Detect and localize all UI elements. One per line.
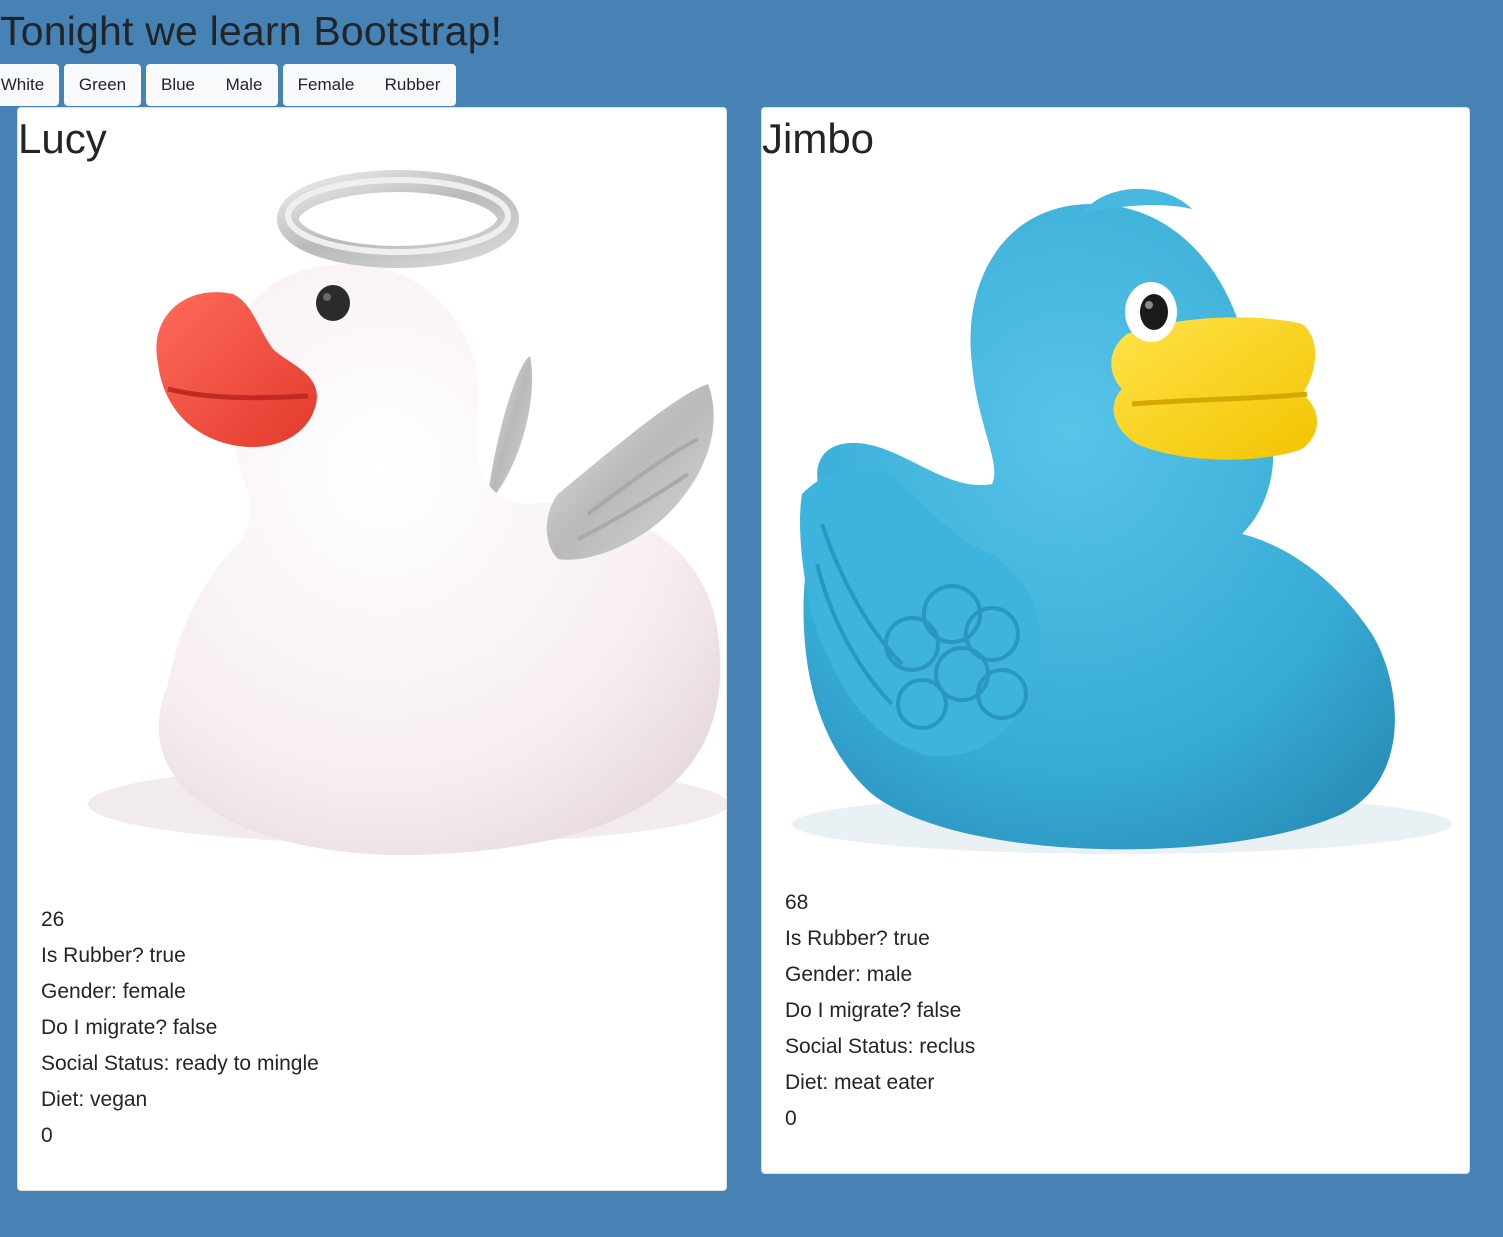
filter-green-button[interactable]: Green xyxy=(64,64,141,106)
filter-male-button[interactable]: Male xyxy=(210,64,278,106)
duck-number: 26 xyxy=(41,908,65,931)
duck-name: Jimbo xyxy=(762,115,875,162)
filter-white-button[interactable]: White xyxy=(0,64,59,106)
blue-duck-illustration xyxy=(762,164,1469,867)
duck-count: 0 xyxy=(785,1107,797,1130)
filter-female-button[interactable]: Female xyxy=(283,64,369,106)
duck-migrate: Do I migrate? false xyxy=(41,1016,218,1039)
duck-social-status: Social Status: ready to mingle xyxy=(41,1052,319,1075)
duck-card-jimbo: Jimbo 68 Is Rubber? true Gender: male Do… xyxy=(761,107,1470,1174)
duck-diet: Diet: meat eater xyxy=(785,1071,935,1094)
duck-count: 0 xyxy=(41,1124,53,1147)
duck-gender: Gender: male xyxy=(785,963,913,986)
duck-rubber: Is Rubber? true xyxy=(785,927,930,950)
filter-rubber-button[interactable]: Rubber xyxy=(369,64,456,106)
duck-image-white-angel xyxy=(18,164,726,884)
duck-info: 68 Is Rubber? true Gender: male Do I mig… xyxy=(785,885,975,1137)
duck-number: 68 xyxy=(785,891,809,914)
page-title: Tonight we learn Bootstrap! xyxy=(0,8,503,54)
duck-social-status: Social Status: reclus xyxy=(785,1035,976,1058)
white-duck-illustration xyxy=(18,164,726,884)
duck-card-lucy: Lucy 26 Is Rubber? true Gender: female D… xyxy=(17,107,727,1191)
filter-blue-button[interactable]: Blue xyxy=(146,64,210,106)
duck-diet: Diet: vegan xyxy=(41,1088,148,1111)
duck-gender: Gender: female xyxy=(41,980,186,1003)
duck-image-blue xyxy=(762,164,1469,867)
duck-info: 26 Is Rubber? true Gender: female Do I m… xyxy=(41,902,319,1154)
duck-migrate: Do I migrate? false xyxy=(785,999,962,1022)
duck-name: Lucy xyxy=(18,115,107,162)
duck-rubber: Is Rubber? true xyxy=(41,944,186,967)
